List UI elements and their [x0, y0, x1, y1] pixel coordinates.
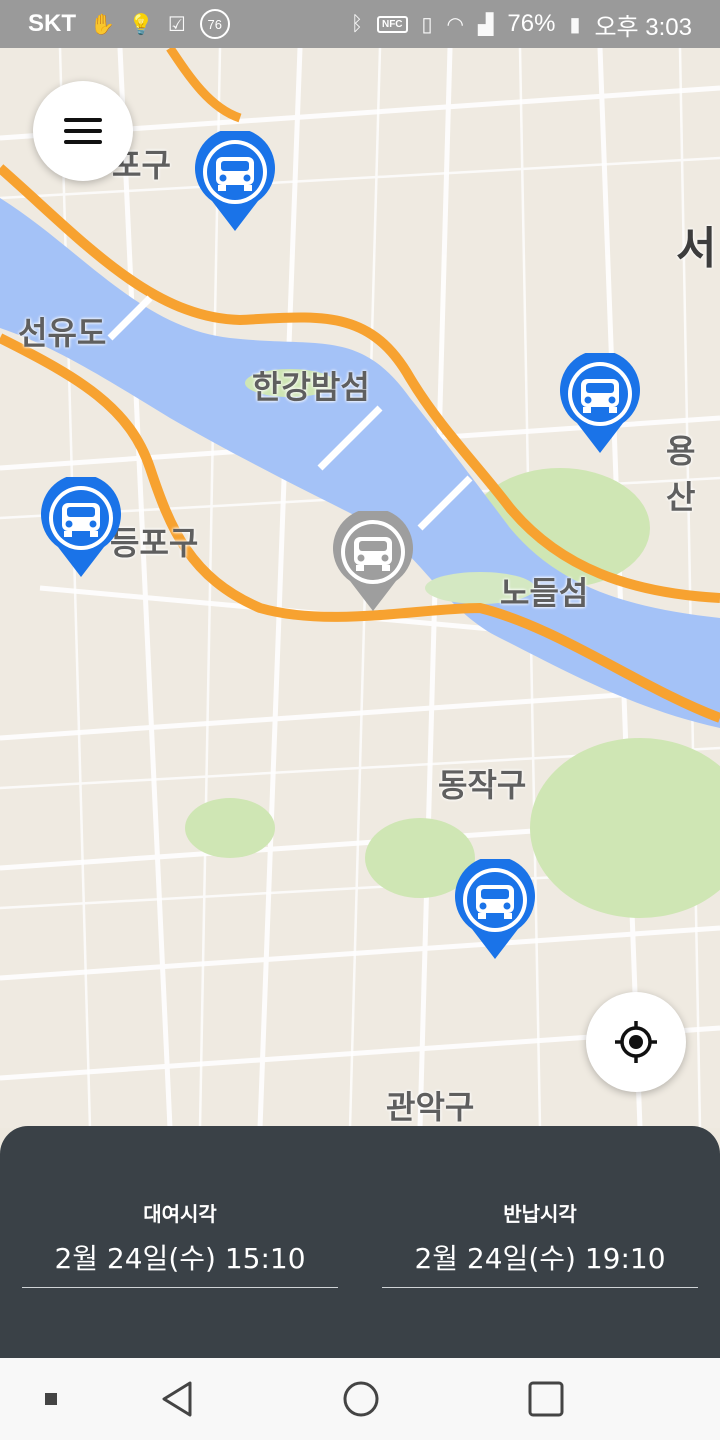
- home-button[interactable]: [336, 1378, 386, 1420]
- menu-dot-icon: [45, 1393, 57, 1405]
- map-label-seo: 서: [676, 223, 717, 274]
- carrier-label: SKT: [28, 10, 76, 37]
- car-icon: [41, 477, 121, 577]
- checkbox-icon: ☑: [167, 13, 186, 36]
- bluetooth-icon: ᛒ: [350, 12, 363, 35]
- clock: 오후 3:03: [594, 13, 692, 41]
- map-label-seonyudo: 선유도: [18, 314, 107, 352]
- wifi-icon: ◠: [446, 13, 464, 36]
- map-label-yeongdeungpo: 등포구: [110, 524, 199, 562]
- signal-icon: ▟: [478, 13, 494, 36]
- return-time-field[interactable]: 반납시각 2월 24일(수) 19:10: [382, 1198, 698, 1288]
- map-label-gwanak: 관악구: [386, 1088, 475, 1126]
- menu-button[interactable]: [33, 81, 133, 181]
- menu-dot-button[interactable]: [36, 1378, 66, 1420]
- car-pin-1[interactable]: [194, 131, 276, 231]
- battery-icon: ▮: [569, 13, 581, 36]
- car-icon: [455, 859, 535, 959]
- vibrate-icon: ▯: [421, 13, 433, 36]
- car-pin-2[interactable]: [559, 353, 641, 453]
- rental-time-field[interactable]: 대여시각 2월 24일(수) 15:10: [22, 1198, 338, 1288]
- home-icon: [343, 1381, 379, 1417]
- back-icon: [162, 1381, 192, 1417]
- recents-button[interactable]: [521, 1378, 571, 1420]
- car-pin-4[interactable]: [332, 511, 414, 611]
- return-time-label: 반납시각: [503, 1202, 577, 1226]
- my-location-button[interactable]: [586, 992, 686, 1092]
- rental-time-label: 대여시각: [143, 1202, 217, 1226]
- system-nav-bar: [0, 1358, 720, 1440]
- notification-badge: 76: [199, 9, 230, 39]
- nfc-icon: NFC: [376, 15, 408, 33]
- car-icon: [195, 131, 275, 231]
- car-icon: [560, 353, 640, 453]
- return-time-value[interactable]: 2월 24일(수) 19:10: [382, 1237, 698, 1288]
- car-icon: [333, 511, 413, 611]
- map-label-nodeulseom: 노들섬: [500, 574, 589, 612]
- map-label-yongsan: 용산: [666, 432, 696, 516]
- back-button[interactable]: [152, 1378, 202, 1420]
- hand-icon: ✋: [90, 13, 115, 36]
- map-label-hangang-bamseom: 한강밤섬: [252, 368, 370, 406]
- status-bar: SKT ✋ 💡 ☑ 76 ᛒ NFC ▯ ◠ ▟ 76% ▮ 오후 3:03: [0, 0, 720, 48]
- recents-icon: [528, 1381, 564, 1417]
- car-pin-5[interactable]: [454, 859, 536, 959]
- rental-time-value[interactable]: 2월 24일(수) 15:10: [22, 1237, 338, 1288]
- lightbulb-icon: 💡: [128, 13, 154, 36]
- hamburger-menu-icon: [64, 118, 102, 144]
- rental-time-panel: 대여시각 2월 24일(수) 15:10 반납시각 2월 24일(수) 19:1…: [0, 1126, 720, 1358]
- battery-percent: 76%: [507, 10, 556, 37]
- car-pin-3[interactable]: [40, 477, 122, 577]
- map-label-dongjak: 동작구: [438, 766, 527, 804]
- my-location-icon: [615, 1021, 657, 1063]
